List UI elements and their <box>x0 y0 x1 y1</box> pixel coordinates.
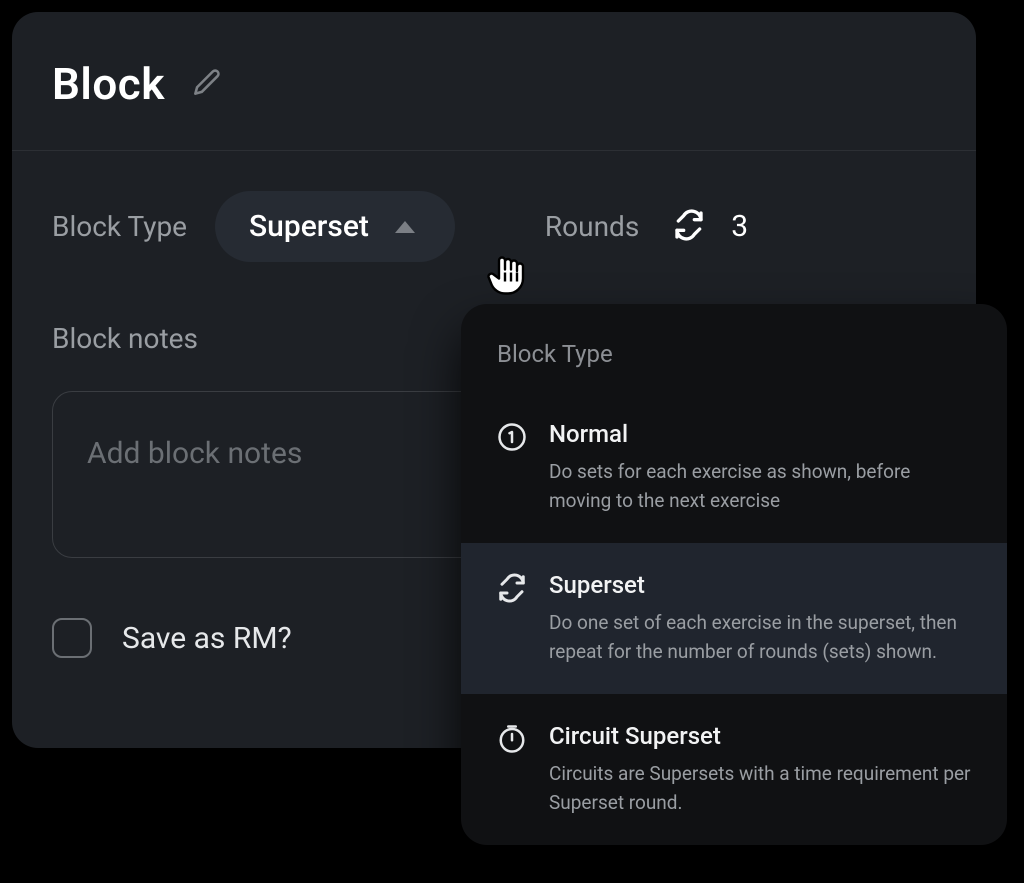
number-one-icon <box>497 422 527 456</box>
block-type-row: Block Type Superset Rounds 3 <box>12 151 976 262</box>
pencil-icon[interactable] <box>193 68 221 100</box>
rounds-value[interactable]: 3 <box>731 209 748 244</box>
block-type-label: Block Type <box>52 210 187 243</box>
notes-placeholder: Add block notes <box>87 436 302 471</box>
card-header: Block <box>12 12 976 151</box>
save-label: Save as RM? <box>122 621 292 656</box>
option-superset[interactable]: Superset Do one set of each exercise in … <box>461 543 1007 694</box>
save-checkbox[interactable] <box>52 618 92 658</box>
option-title: Normal <box>549 420 971 448</box>
option-desc: Circuits are Supersets with a time requi… <box>549 760 971 817</box>
block-type-popover: Block Type Normal Do sets for each exerc… <box>461 304 1007 845</box>
popover-header: Block Type <box>461 304 1007 392</box>
block-title: Block <box>52 58 165 110</box>
option-title: Circuit Superset <box>549 722 971 750</box>
caret-up-icon <box>395 221 415 233</box>
repeat-icon <box>497 573 527 607</box>
option-circuit-superset[interactable]: Circuit Superset Circuits are Supersets … <box>461 694 1007 845</box>
option-title: Superset <box>549 571 971 599</box>
rounds-label: Rounds <box>545 210 639 243</box>
rounds-group: Rounds 3 <box>545 209 748 245</box>
repeat-icon[interactable] <box>673 209 705 245</box>
option-desc: Do sets for each exercise as shown, befo… <box>549 458 971 515</box>
block-type-value: Superset <box>249 209 369 244</box>
option-desc: Do one set of each exercise in the super… <box>549 609 971 666</box>
block-type-select[interactable]: Superset <box>215 191 455 262</box>
option-normal[interactable]: Normal Do sets for each exercise as show… <box>461 392 1007 543</box>
timer-icon <box>497 724 527 758</box>
